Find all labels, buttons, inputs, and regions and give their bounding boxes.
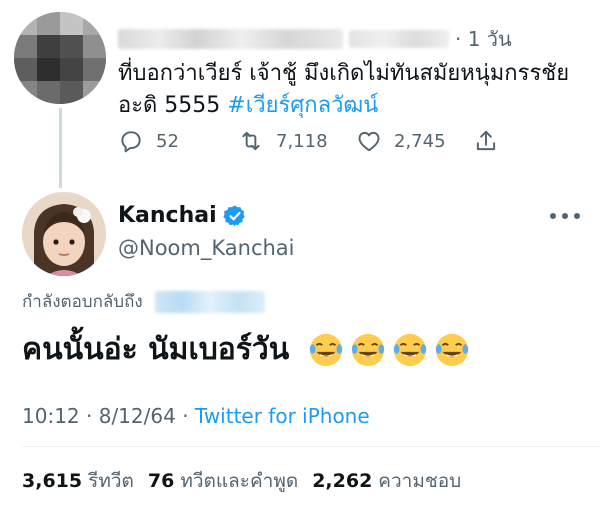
tweet-source-link[interactable]: Twitter for iPhone xyxy=(195,404,370,428)
quote-tweets-label[interactable]: ทวีตและคำพูด xyxy=(180,466,298,496)
emoji-group xyxy=(307,331,475,369)
blurred-handle[interactable] xyxy=(349,30,449,48)
engagement-stats: 3,615 รีทวีต 76 ทวีตและคำพูด 2,262 ความช… xyxy=(22,466,475,496)
blurred-display-name[interactable] xyxy=(118,29,343,49)
reply-icon xyxy=(121,131,141,153)
parent-tweet-actions: 52 7,118 2,745 xyxy=(118,128,518,156)
stats-divider xyxy=(22,446,600,447)
tweet-date[interactable]: 8/12/64 xyxy=(99,404,176,428)
share-button[interactable] xyxy=(473,128,499,154)
retweet-button[interactable]: 7,118 xyxy=(238,128,328,154)
reply-count: 52 xyxy=(156,130,179,152)
retweet-count: 7,118 xyxy=(276,130,328,152)
parent-tweet-time[interactable]: · 1 วัน xyxy=(455,23,512,55)
tweet-time[interactable]: 10:12 xyxy=(22,404,80,428)
blurred-replying-to-handle[interactable] xyxy=(154,290,265,313)
display-name[interactable]: Kanchai xyxy=(118,203,217,228)
retweet-icon xyxy=(242,131,260,151)
like-button[interactable]: 2,745 xyxy=(356,128,446,154)
thread-connector-line xyxy=(59,108,62,188)
joy-emoji-icon xyxy=(394,333,427,366)
verified-badge-icon xyxy=(222,205,245,226)
retweets-count[interactable]: 3,615 xyxy=(22,470,82,492)
like-count: 2,745 xyxy=(394,130,446,152)
likes-label[interactable]: ความชอบ xyxy=(378,466,461,496)
meta-separator: · xyxy=(182,404,195,428)
reply-tweet-text: คนนั้นอ่ะ นัมเบอร์วัน xyxy=(22,326,475,373)
joy-emoji-icon xyxy=(310,333,343,366)
parent-tweet-text: ที่บอกว่าเวียร์ เจ้าชู้ มึงเกิดไม่ทันสมั… xyxy=(118,58,588,122)
display-name-row: Kanchai xyxy=(118,203,247,228)
share-icon xyxy=(476,130,496,151)
retweets-label[interactable]: รีทวีต xyxy=(88,466,134,496)
meta-separator: · xyxy=(86,404,99,428)
like-icon xyxy=(358,131,380,152)
blurred-avatar-image xyxy=(14,12,106,104)
parent-tweet-header: · 1 วัน xyxy=(118,26,512,52)
reply-author-avatar[interactable] xyxy=(22,192,106,276)
more-options-icon[interactable] xyxy=(548,210,582,222)
tweet-timestamp-row: 10:12 · 8/12/64 · Twitter for iPhone xyxy=(22,404,370,428)
joy-emoji-icon xyxy=(352,333,385,366)
avatar-photo xyxy=(22,192,106,276)
hashtag-link[interactable]: #เวียร์ศุกลวัฒน์ xyxy=(227,93,378,118)
replying-to-line: กำลังตอบกลับถึง xyxy=(22,288,265,315)
reply-tweet-body: คนนั้นอ่ะ นัมเบอร์วัน xyxy=(22,332,290,367)
parent-avatar-blurred[interactable] xyxy=(14,12,106,104)
user-handle[interactable]: @Noom_Kanchai xyxy=(118,236,295,260)
replying-to-label: กำลังตอบกลับถึง xyxy=(22,292,143,312)
likes-count[interactable]: 2,262 xyxy=(312,470,372,492)
joy-emoji-icon xyxy=(436,333,469,366)
quote-tweets-count[interactable]: 76 xyxy=(148,470,174,492)
reply-button[interactable]: 52 xyxy=(118,128,179,154)
